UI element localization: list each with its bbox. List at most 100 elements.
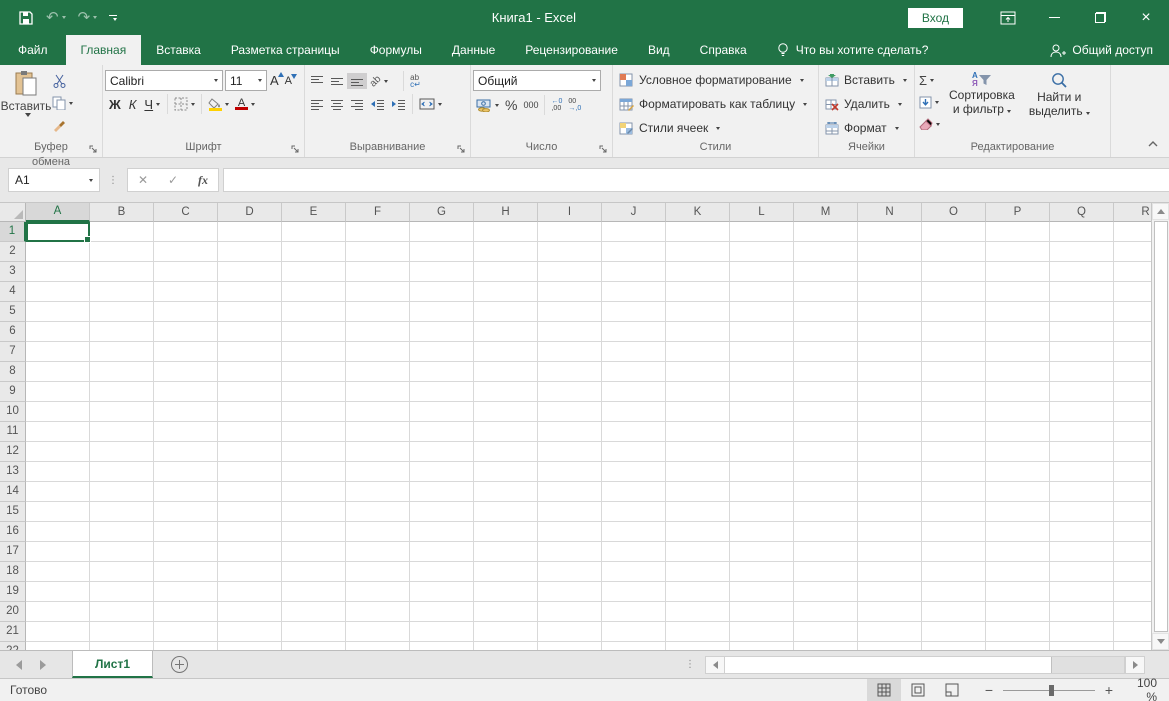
cell-Q3[interactable]	[1050, 262, 1114, 282]
row-header-15[interactable]: 15	[0, 502, 26, 522]
cell-M2[interactable]	[794, 242, 858, 262]
cell-F2[interactable]	[346, 242, 410, 262]
cell-K17[interactable]	[666, 542, 730, 562]
column-header-F[interactable]: F	[346, 203, 410, 222]
cell-C20[interactable]	[154, 602, 218, 622]
cell-K16[interactable]	[666, 522, 730, 542]
cell-A5[interactable]	[26, 302, 90, 322]
cell-A9[interactable]	[26, 382, 90, 402]
cell-G1[interactable]	[410, 222, 474, 242]
normal-view-button[interactable]	[867, 679, 901, 701]
cell-I7[interactable]	[538, 342, 602, 362]
row-header-6[interactable]: 6	[0, 322, 26, 342]
cell-Q15[interactable]	[1050, 502, 1114, 522]
row-header-21[interactable]: 21	[0, 622, 26, 642]
tab-4[interactable]: Формулы	[355, 35, 437, 65]
cell-O17[interactable]	[922, 542, 986, 562]
cell-R14[interactable]	[1114, 482, 1151, 502]
cell-A13[interactable]	[26, 462, 90, 482]
cell-D20[interactable]	[218, 602, 282, 622]
row-header-7[interactable]: 7	[0, 342, 26, 362]
cell-C22[interactable]	[154, 642, 218, 650]
cell-O1[interactable]	[922, 222, 986, 242]
cell-G10[interactable]	[410, 402, 474, 422]
cell-M22[interactable]	[794, 642, 858, 650]
cell-M15[interactable]	[794, 502, 858, 522]
bold-button[interactable]: Ж	[105, 97, 125, 112]
cell-M17[interactable]	[794, 542, 858, 562]
cell-Q20[interactable]	[1050, 602, 1114, 622]
cell-E19[interactable]	[282, 582, 346, 602]
cell-N16[interactable]	[858, 522, 922, 542]
row-header-19[interactable]: 19	[0, 582, 26, 602]
cell-K3[interactable]	[666, 262, 730, 282]
cell-J11[interactable]	[602, 422, 666, 442]
cell-J16[interactable]	[602, 522, 666, 542]
cell-K14[interactable]	[666, 482, 730, 502]
cell-D19[interactable]	[218, 582, 282, 602]
cell-C11[interactable]	[154, 422, 218, 442]
cell-L14[interactable]	[730, 482, 794, 502]
cell-H5[interactable]	[474, 302, 538, 322]
zoom-in-button[interactable]: +	[1103, 682, 1115, 698]
cell-styles-button[interactable]: Стили ячеек	[615, 116, 816, 140]
cell-P16[interactable]	[986, 522, 1050, 542]
cell-M1[interactable]	[794, 222, 858, 242]
cell-K10[interactable]	[666, 402, 730, 422]
cell-D4[interactable]	[218, 282, 282, 302]
cell-O6[interactable]	[922, 322, 986, 342]
cell-M5[interactable]	[794, 302, 858, 322]
cell-Q19[interactable]	[1050, 582, 1114, 602]
cell-I21[interactable]	[538, 622, 602, 642]
format-cells-button[interactable]: Формат	[821, 116, 912, 140]
cell-O14[interactable]	[922, 482, 986, 502]
cell-N12[interactable]	[858, 442, 922, 462]
cell-P4[interactable]	[986, 282, 1050, 302]
cell-N6[interactable]	[858, 322, 922, 342]
cell-K4[interactable]	[666, 282, 730, 302]
cell-M6[interactable]	[794, 322, 858, 342]
minimize-button[interactable]	[1031, 0, 1077, 35]
cell-L17[interactable]	[730, 542, 794, 562]
save-button[interactable]	[14, 8, 38, 28]
cell-Q18[interactable]	[1050, 562, 1114, 582]
row-header-9[interactable]: 9	[0, 382, 26, 402]
cell-H11[interactable]	[474, 422, 538, 442]
row-header-2[interactable]: 2	[0, 242, 26, 262]
cell-C15[interactable]	[154, 502, 218, 522]
cell-B5[interactable]	[90, 302, 154, 322]
tab-3[interactable]: Разметка страницы	[216, 35, 355, 65]
cell-A21[interactable]	[26, 622, 90, 642]
cell-L6[interactable]	[730, 322, 794, 342]
cell-G11[interactable]	[410, 422, 474, 442]
column-header-A[interactable]: A	[26, 203, 90, 222]
customize-qat-button[interactable]	[105, 13, 121, 23]
align-center-button[interactable]	[327, 96, 347, 112]
cell-H19[interactable]	[474, 582, 538, 602]
cell-I20[interactable]	[538, 602, 602, 622]
cell-M21[interactable]	[794, 622, 858, 642]
delete-cells-button[interactable]: Удалить	[821, 92, 912, 116]
cell-O20[interactable]	[922, 602, 986, 622]
cell-A10[interactable]	[26, 402, 90, 422]
cell-R9[interactable]	[1114, 382, 1151, 402]
cell-H16[interactable]	[474, 522, 538, 542]
cell-O18[interactable]	[922, 562, 986, 582]
cell-R8[interactable]	[1114, 362, 1151, 382]
cell-N1[interactable]	[858, 222, 922, 242]
cell-K7[interactable]	[666, 342, 730, 362]
cell-K12[interactable]	[666, 442, 730, 462]
cell-E14[interactable]	[282, 482, 346, 502]
cell-Q13[interactable]	[1050, 462, 1114, 482]
cell-N11[interactable]	[858, 422, 922, 442]
cell-H15[interactable]	[474, 502, 538, 522]
number-format-combobox[interactable]: Общий	[473, 70, 601, 91]
font-size-combobox[interactable]: 11	[225, 70, 267, 91]
cell-J17[interactable]	[602, 542, 666, 562]
cell-G5[interactable]	[410, 302, 474, 322]
cell-N22[interactable]	[858, 642, 922, 650]
cell-N20[interactable]	[858, 602, 922, 622]
cell-A14[interactable]	[26, 482, 90, 502]
new-sheet-button[interactable]	[153, 651, 206, 678]
cell-B6[interactable]	[90, 322, 154, 342]
